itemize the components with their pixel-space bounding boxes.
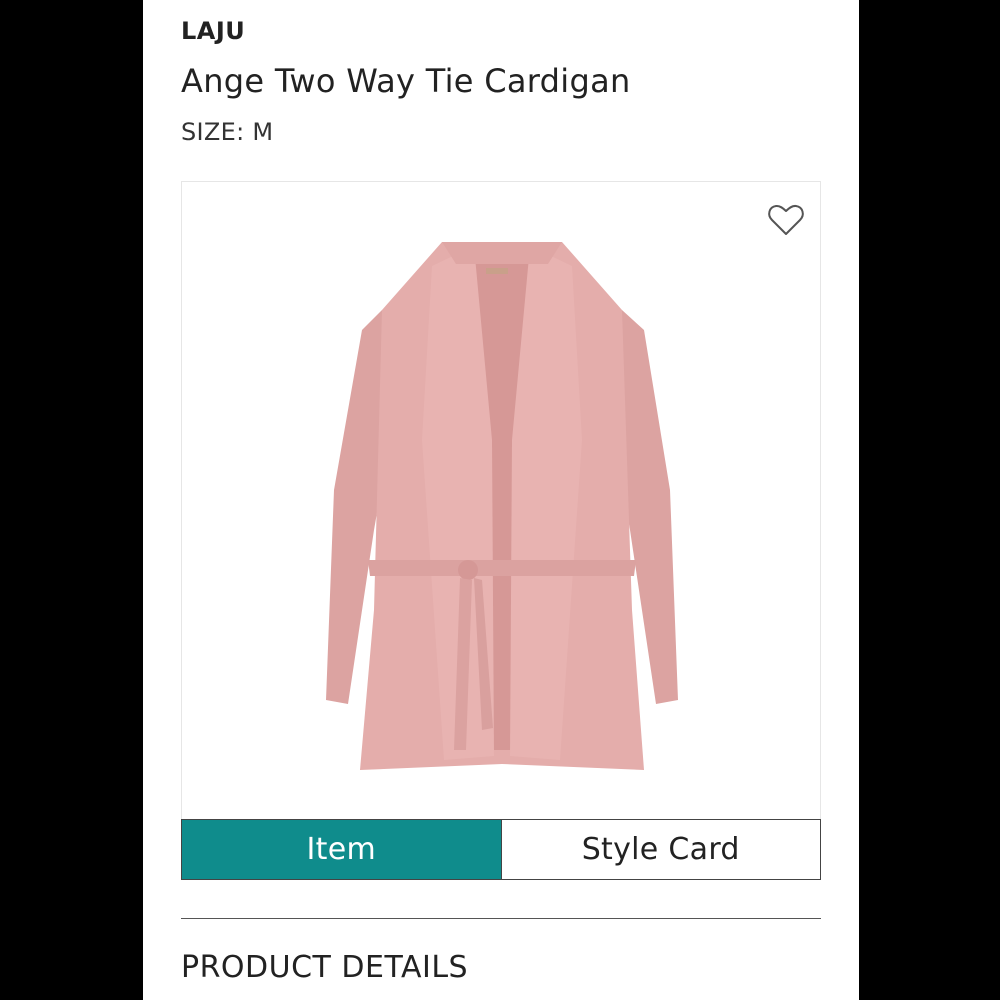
view-tabs: Item Style Card (181, 819, 821, 880)
product-title: Ange Two Way Tie Cardigan (181, 62, 631, 100)
product-image[interactable] (322, 230, 682, 780)
tab-style-card[interactable]: Style Card (500, 820, 820, 879)
product-details-heading[interactable]: PRODUCT DETAILS (181, 950, 468, 985)
size-label: SIZE: M (181, 118, 274, 146)
heart-outline-icon[interactable] (766, 200, 806, 240)
section-divider (181, 918, 821, 919)
tab-item[interactable]: Item (182, 820, 501, 879)
product-image-card (181, 181, 821, 821)
brand-name[interactable]: LAJU (181, 17, 245, 45)
product-screen: LAJU Ange Two Way Tie Cardigan SIZE: M I… (143, 0, 859, 1000)
